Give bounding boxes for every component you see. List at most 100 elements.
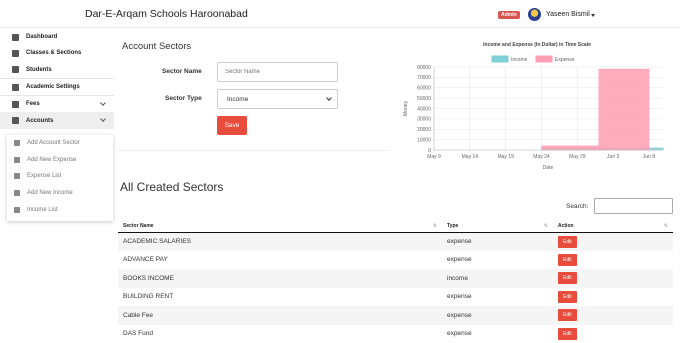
column-header-action[interactable]: Action ⇅ — [553, 221, 673, 232]
dollar-icon — [12, 101, 19, 108]
avatar[interactable] — [528, 8, 541, 21]
action-cell: Edit — [553, 251, 673, 270]
submenu-item-label: Add New Income — [27, 190, 73, 196]
book-icon — [12, 50, 19, 57]
y-tick-label: 20000 — [417, 127, 431, 133]
submenu-item-label: Add New Expense — [27, 157, 76, 163]
sector-type-value: Income — [227, 96, 248, 103]
submenu-item-label: Income List — [27, 207, 58, 213]
edit-button[interactable]: Edit — [558, 272, 577, 284]
page-title: Account Sectors — [122, 41, 191, 52]
sector-name-cell: Cable Fee — [118, 306, 442, 325]
edit-button[interactable]: Edit — [558, 328, 577, 340]
sector-name-cell: DAS Fund — [118, 325, 442, 343]
list-icon — [14, 207, 20, 213]
sector-name-cell: BUILDING RENT — [118, 288, 442, 307]
table-row: BUILDING RENTexpenseEdit — [118, 288, 673, 307]
search-input[interactable] — [594, 198, 673, 214]
legend-swatch — [536, 56, 552, 62]
file-icon — [14, 190, 20, 196]
sector-name-cell: BOOKS INCOME — [118, 269, 442, 288]
sort-icon: ⇅ — [433, 223, 437, 229]
caret-down-icon[interactable] — [591, 14, 595, 17]
sidebar-item-label: Accounts — [26, 118, 53, 124]
table-row: ACADEMIC SALARIESexpense Edit — [118, 232, 673, 251]
column-header-type[interactable]: Type ⇅ — [442, 221, 553, 232]
y-tick-label: 30000 — [417, 117, 431, 123]
edit-button[interactable]: Edit — [558, 291, 577, 303]
x-tick-label: May 24 — [533, 154, 550, 160]
sector-name-input[interactable] — [217, 62, 338, 82]
sidebar-item-label: Students — [26, 67, 52, 73]
y-tick-label: 70000 — [417, 75, 431, 81]
x-axis-label: Date — [543, 165, 554, 171]
y-tick-label: 10000 — [417, 137, 431, 143]
action-cell: Edit — [553, 232, 673, 251]
sector-type-cell: expense — [442, 306, 553, 325]
x-tick-label: May 29 — [569, 154, 586, 160]
sidebar-item-dashboard[interactable]: Dashboard — [0, 29, 114, 45]
accounts-submenu: Add Account Sector Add New Expense Expen… — [7, 135, 113, 221]
section-divider — [118, 150, 390, 151]
submenu-item-add-new-income[interactable]: Add New Income — [7, 185, 113, 202]
user-menu-name[interactable]: Yaseen Bismil — [546, 11, 590, 18]
y-tick-label: 60000 — [417, 86, 431, 92]
edit-button[interactable]: Edit — [558, 236, 577, 248]
sector-type-select[interactable]: Income — [217, 89, 338, 109]
action-cell: Edit — [553, 288, 673, 307]
chart-title: Income and Expense (In Dollar) in Time S… — [483, 42, 591, 48]
sector-type-cell: income — [442, 269, 553, 288]
submenu-item-add-account-sector[interactable]: Add Account Sector — [7, 135, 113, 152]
sector-type-cell: expense — [442, 325, 553, 343]
edit-button[interactable]: Edit — [558, 254, 577, 266]
y-tick-label: 40000 — [417, 106, 431, 112]
y-axis-label: Money — [403, 101, 409, 117]
sidebar-item-classes[interactable]: Classes & Sections — [0, 45, 114, 61]
sidebar-item-fees[interactable]: Fees — [0, 96, 114, 112]
save-button[interactable]: Save — [217, 116, 247, 135]
column-header-sector-name[interactable]: Sector Name ⇅ — [118, 221, 442, 232]
list-icon — [14, 173, 20, 179]
sector-name-cell: ACADEMIC SALARIES — [118, 232, 442, 251]
edit-button[interactable]: Edit — [558, 309, 577, 321]
dashboard-icon — [12, 34, 19, 41]
brand-title[interactable]: Dar-E-Arqam Schools Haroonabad — [85, 8, 248, 20]
table-row: Cable Feeexpense Edit — [118, 306, 673, 325]
submenu-item-label: Add Account Sector — [27, 140, 80, 146]
sector-name-label: Sector Name — [162, 68, 202, 75]
sector-type-cell: expense — [442, 232, 553, 251]
income-expense-chart: Income and Expense (In Dollar) in Time S… — [400, 39, 675, 174]
bar-expense — [542, 146, 599, 150]
table-row: ADVANCE PAYexpenseEdit — [118, 251, 673, 270]
table-row: DAS Fundexpense Edit — [118, 325, 673, 343]
x-tick-label: May 9 — [427, 154, 441, 160]
search-label: Search: — [566, 203, 588, 210]
sector-type-label: Sector Type — [165, 95, 202, 102]
bar-expense — [599, 69, 649, 150]
sidebar-item-students[interactable]: Students — [0, 62, 114, 78]
chevron-down-icon — [326, 95, 332, 101]
submenu-item-expense-list[interactable]: Expense List — [7, 168, 113, 185]
ledger-icon — [12, 117, 19, 124]
action-cell: Edit — [553, 306, 673, 325]
y-tick-label: 0 — [428, 148, 431, 154]
sidebar: Dashboard Classes & Sections Students Ac… — [0, 29, 114, 129]
column-header-label: Action — [558, 223, 574, 229]
y-tick-label: 50000 — [417, 96, 431, 102]
sort-icon: ⇅ — [664, 223, 668, 229]
sidebar-item-accounts[interactable]: Accounts — [0, 112, 114, 128]
sidebar-item-label: Classes & Sections — [26, 50, 81, 56]
sidebar-item-label: Fees — [26, 101, 40, 107]
x-tick-label: Jun 3 — [607, 154, 619, 160]
legend-label: Income — [511, 57, 528, 63]
section-title: All Created Sectors — [120, 180, 223, 194]
column-header-label: Type — [447, 223, 458, 229]
submenu-item-label: Expense List — [27, 173, 61, 179]
submenu-item-add-new-expense[interactable]: Add New Expense — [7, 152, 113, 169]
submenu-item-income-list[interactable]: Income List — [7, 201, 113, 218]
sort-icon: ⇅ — [544, 223, 548, 229]
sidebar-item-academic-settings[interactable]: Academic Settings — [0, 79, 114, 95]
id-card-icon — [12, 66, 19, 73]
sector-name-cell: ADVANCE PAY — [118, 251, 442, 270]
chevron-down-icon — [100, 100, 106, 106]
